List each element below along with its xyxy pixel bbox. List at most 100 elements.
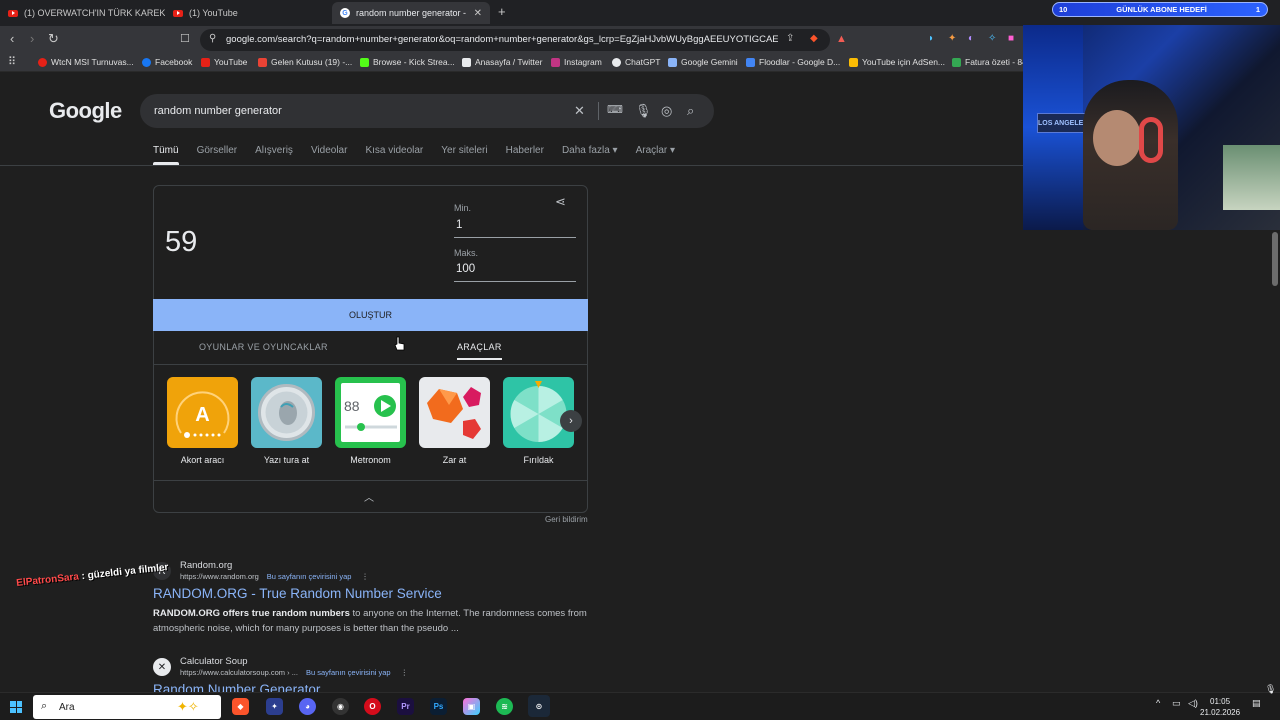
chevron-up-icon[interactable]: ︿ <box>364 489 374 504</box>
share-icon[interactable]: ⋖ <box>555 194 566 210</box>
taskbar-clock[interactable]: 01:05 21.02.2026 <box>1200 696 1240 718</box>
card-divider <box>154 480 587 481</box>
max-input[interactable]: 100 <box>454 263 576 282</box>
bookmark-item[interactable]: Gelen Kutusu (19) -... <box>258 57 352 67</box>
microphone-icon[interactable]: 🎙 <box>635 103 652 119</box>
lens-icon[interactable]: ◎ <box>661 103 672 119</box>
extension-icon[interactable]: ◐ <box>968 32 974 46</box>
tab-google-search[interactable]: G random number generator - Goo ✕ <box>332 2 490 24</box>
tab-images[interactable]: Görseller <box>197 145 238 165</box>
tab-tools[interactable]: Araçlar ▾ <box>636 145 675 165</box>
google-logo[interactable]: Google <box>49 98 122 124</box>
result-title[interactable]: RANDOM.ORG - True Random Number Service <box>153 586 442 601</box>
reload-icon[interactable]: ↻ <box>48 32 59 46</box>
bookmark-label: ChatGPT <box>625 57 661 67</box>
tab-overwatch[interactable]: (1) OVERWATCH'IN TÜRK KAREKTERİ <box>0 2 165 24</box>
max-label: Maks. <box>454 248 479 258</box>
bookmark-item[interactable]: YouTube için AdSen... <box>849 57 945 67</box>
keyboard-icon[interactable]: ⌨ <box>607 103 623 116</box>
tab-news[interactable]: Haberler <box>506 145 544 165</box>
bookmark-item[interactable]: WtcN MSI Turnuvas... <box>38 57 134 67</box>
feedback-link[interactable]: Geri bildirim <box>545 515 588 524</box>
bookmark-label: Browse - Kick Strea... <box>373 57 455 67</box>
url-text[interactable]: google.com/search?q=random+number+genera… <box>226 34 778 45</box>
tab-shopping[interactable]: Alışveriş <box>255 145 293 165</box>
bookmark-item[interactable]: Fatura özeti - 84 <box>952 57 1027 67</box>
search-box[interactable]: random number generator ✕ ⌨ 🎙 ◎ ⌕ <box>140 94 714 128</box>
extension-icon[interactable]: ■ <box>1008 32 1014 46</box>
brave-shield-icon[interactable]: ◆ <box>810 33 818 44</box>
volume-icon[interactable]: ◁) <box>1188 698 1198 709</box>
tab-more[interactable]: Daha fazla ▾ <box>562 145 618 165</box>
close-tab-icon[interactable]: ✕ <box>474 8 482 19</box>
bookmark-item[interactable]: Facebook <box>142 57 192 67</box>
bookmark-item[interactable]: Browse - Kick Strea... <box>360 57 455 67</box>
translate-link[interactable]: Bu sayfanın çevirisini yap <box>267 572 352 581</box>
discord-icon[interactable]: ◕ <box>299 698 316 715</box>
result-url[interactable]: https://www.calculatorsoup.com › ... <box>180 668 298 677</box>
taskbar-search-placeholder[interactable]: Ara <box>59 702 75 713</box>
tool-tuner[interactable]: A Akort aracı <box>167 377 238 465</box>
result-site-name[interactable]: Random.org <box>180 560 232 571</box>
result-favicon[interactable]: ✕ <box>153 658 171 676</box>
steam-icon[interactable]: ⊙ <box>528 695 550 717</box>
settings-app-icon[interactable]: ✦ <box>266 698 283 715</box>
tab-videos[interactable]: Videolar <box>311 145 348 165</box>
bookmark-item[interactable]: Instagram <box>551 57 602 67</box>
spotify-icon[interactable]: ≋ <box>496 698 513 715</box>
tool-coin-flip[interactable]: Yazı tura at <box>251 377 322 465</box>
tool-dice-roll[interactable]: Zar at <box>419 377 490 465</box>
site-info-icon[interactable]: ⚲ <box>209 33 216 44</box>
address-bar[interactable]: ⚲ google.com/search?q=random+number+gene… <box>200 29 830 51</box>
translate-link[interactable]: Bu sayfanın çevirisini yap <box>306 668 391 677</box>
search-input[interactable]: random number generator <box>154 105 282 117</box>
tab-places[interactable]: Yer siteleri <box>441 145 487 165</box>
clear-icon[interactable]: ✕ <box>574 103 585 119</box>
tab-all[interactable]: Tümü <box>153 145 179 165</box>
photoshop-icon[interactable]: Ps <box>430 698 447 715</box>
obs-icon[interactable]: ◉ <box>332 698 349 715</box>
tab-short-videos[interactable]: Kısa videolar <box>365 145 423 165</box>
network-icon[interactable]: ▭ <box>1172 698 1181 709</box>
notification-icon[interactable]: ▤ <box>1252 698 1261 709</box>
bookmark-item[interactable]: Anasayfa / Twitter <box>462 57 542 67</box>
bookmark-item[interactable]: Floodlar - Google D... <box>746 57 840 67</box>
share-icon[interactable]: ⇪ <box>786 33 794 44</box>
search-icon[interactable]: ⌕ <box>687 103 694 119</box>
forward-arrow-icon[interactable]: › <box>30 32 34 46</box>
premiere-icon[interactable]: Pr <box>397 698 414 715</box>
chevron-up-icon[interactable]: ^ <box>1156 698 1160 708</box>
new-tab-button[interactable]: + <box>498 4 506 19</box>
windows-start-icon[interactable] <box>10 701 22 713</box>
min-input[interactable]: 1 <box>454 219 576 238</box>
carousel-next-icon[interactable]: › <box>560 410 582 432</box>
bookmark-item[interactable]: Google Gemini <box>668 57 738 67</box>
dice-graphic <box>427 387 481 439</box>
apps-grid-icon[interactable]: ⠿ <box>8 55 16 68</box>
rewards-icon[interactable]: ▲ <box>836 32 847 46</box>
bookmark-item[interactable]: YouTube <box>201 57 247 67</box>
more-options-icon[interactable]: ⋮ <box>401 668 409 677</box>
extension-icon[interactable]: ◗ <box>928 32 934 46</box>
tab-youtube[interactable]: (1) YouTube <box>165 2 330 24</box>
youtube-icon <box>8 9 18 17</box>
tuner-icon: A <box>167 377 238 448</box>
gemini-icon <box>668 57 677 67</box>
more-options-icon[interactable]: ⋮ <box>361 572 369 581</box>
result-url[interactable]: https://www.random.org <box>180 572 259 581</box>
extension-icon[interactable]: ✧ <box>988 32 996 46</box>
opera-icon[interactable]: O <box>364 698 381 715</box>
tool-metronome[interactable]: 88 Metronom <box>335 377 406 465</box>
back-arrow-icon[interactable]: ‹ <box>10 32 14 46</box>
extension-icon[interactable]: ✦ <box>948 32 956 46</box>
result-site-name[interactable]: Calculator Soup <box>180 656 248 667</box>
taskbar-search[interactable]: ⌕ Ara ✦✧ <box>33 695 221 719</box>
brave-browser-icon[interactable]: ◆ <box>232 698 249 715</box>
tab-games-and-toys[interactable]: OYUNLAR VE OYUNCAKLAR <box>199 342 328 352</box>
tab-tools-active[interactable]: ARAÇLAR <box>457 342 502 360</box>
photos-icon[interactable]: ▣ <box>463 698 480 715</box>
bookmark-icon[interactable]: ☐ <box>180 32 190 46</box>
bookmark-item[interactable]: ChatGPT <box>612 57 660 67</box>
scrollbar-thumb[interactable] <box>1272 232 1278 286</box>
generate-button[interactable]: OLUŞTUR <box>153 299 588 331</box>
